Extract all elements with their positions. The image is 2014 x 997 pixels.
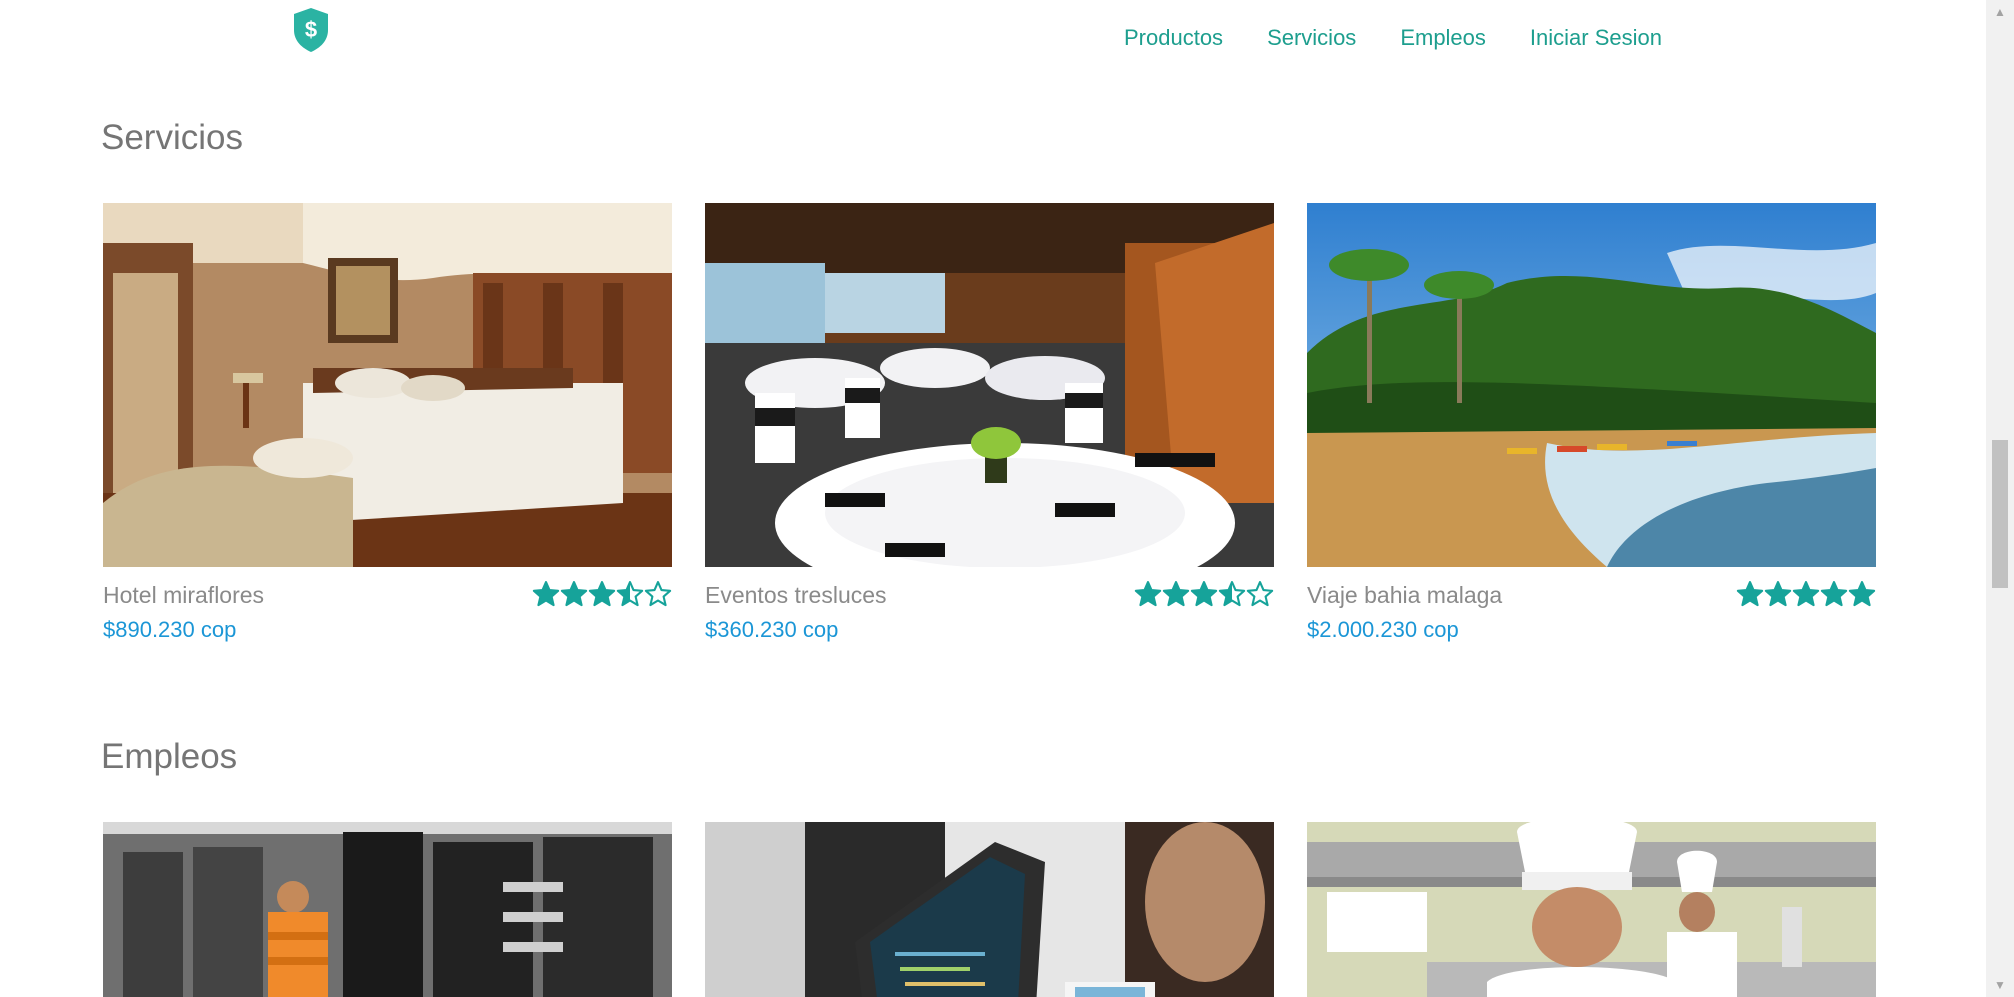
service-price: $890.230 cop — [103, 617, 237, 642]
service-name: Viaje bahia malaga — [1307, 582, 1503, 608]
job-card-developer[interactable] — [705, 822, 1274, 997]
service-card-hotel[interactable]: Hotel miraflores $890.230 cop — [103, 203, 672, 642]
empleos-heading: Empleos — [101, 737, 238, 776]
svg-text:$: $ — [305, 17, 317, 42]
rating-stars — [532, 580, 672, 608]
star-empty-icon — [1246, 581, 1274, 607]
star-full-icon — [532, 581, 560, 607]
star-full-icon — [1848, 581, 1876, 607]
servicios-heading: Servicios — [101, 118, 243, 157]
beach-image[interactable] — [1307, 203, 1876, 567]
hotel-room-image[interactable] — [103, 203, 672, 567]
star-full-icon — [1190, 581, 1218, 607]
scroll-down-arrow-icon[interactable]: ▼ — [1986, 973, 2014, 997]
developer-laptop-image[interactable] — [705, 822, 1274, 997]
star-full-icon — [1134, 581, 1162, 607]
service-price: $360.230 cop — [705, 617, 839, 642]
service-card-viaje[interactable]: Viaje bahia malaga $2.000.230 cop — [1307, 203, 1876, 642]
rating-stars — [1736, 580, 1876, 608]
nav-productos[interactable]: Productos — [1124, 24, 1223, 52]
empleos-cards — [103, 822, 1876, 997]
star-full-icon — [1792, 581, 1820, 607]
service-name: Eventos tresluces — [705, 582, 887, 608]
star-full-icon — [1736, 581, 1764, 607]
vertical-scrollbar[interactable]: ▲ ▼ — [1986, 0, 2014, 997]
nav-servicios[interactable]: Servicios — [1267, 24, 1356, 52]
top-nav: Productos Servicios Empleos Iniciar Sesi… — [1124, 24, 1662, 52]
server-room-image[interactable] — [103, 822, 672, 997]
job-card-chef[interactable] — [1307, 822, 1876, 997]
nav-iniciar-sesion[interactable]: Iniciar Sesion — [1530, 24, 1662, 52]
service-name: Hotel miraflores — [103, 582, 265, 608]
star-full-icon — [588, 581, 616, 607]
job-card-servers[interactable] — [103, 822, 672, 997]
page: $ Productos Servicios Empleos Iniciar Se… — [0, 0, 2014, 997]
scroll-up-arrow-icon[interactable]: ▲ — [1986, 0, 2014, 24]
star-full-icon — [1764, 581, 1792, 607]
rating-stars — [1134, 580, 1274, 608]
star-half-icon — [1218, 581, 1246, 607]
nav-empleos[interactable]: Empleos — [1400, 24, 1486, 52]
event-hall-image[interactable] — [705, 203, 1274, 567]
service-card-eventos[interactable]: Eventos tresluces $360.230 cop — [705, 203, 1274, 642]
star-empty-icon — [644, 581, 672, 607]
service-price: $2.000.230 cop — [1307, 617, 1459, 642]
star-full-icon — [1162, 581, 1190, 607]
star-full-icon — [1820, 581, 1848, 607]
star-half-icon — [616, 581, 644, 607]
chef-kitchen-image[interactable] — [1307, 822, 1876, 997]
scrollbar-thumb[interactable] — [1992, 440, 2008, 588]
servicios-cards: Hotel miraflores $890.230 cop Eventos tr… — [103, 203, 1876, 642]
star-full-icon — [560, 581, 588, 607]
logo-shield-dollar-icon[interactable]: $ — [290, 6, 332, 54]
